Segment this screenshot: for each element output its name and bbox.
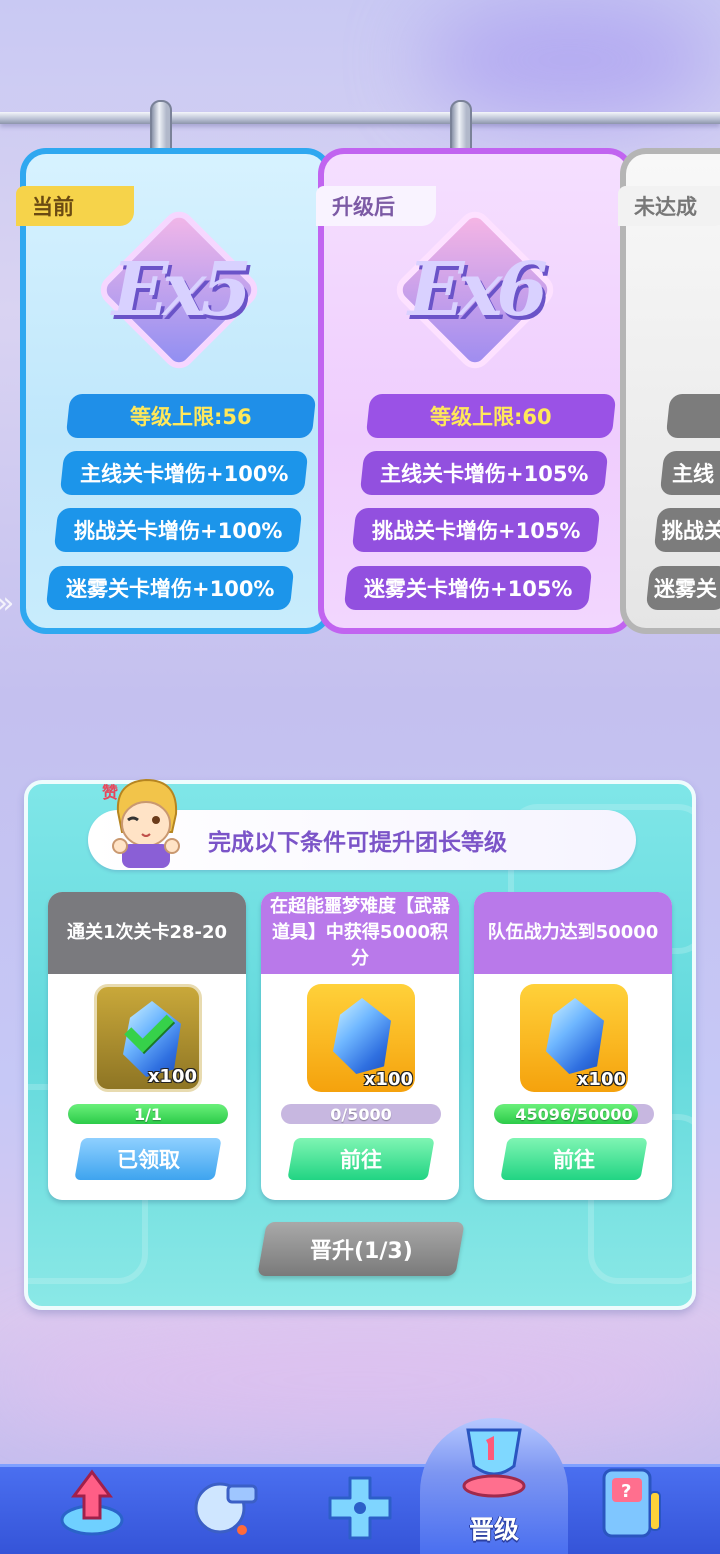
svg-text:?: ? xyxy=(621,1481,631,1502)
bonus-fog-locked: 迷雾关 xyxy=(645,566,720,610)
nav-active-label: 晋级 xyxy=(468,1515,519,1544)
whistle-icon[interactable] xyxy=(184,1466,264,1546)
background-glow xyxy=(0,1320,720,1440)
task-card-3: 队伍战力达到50000 x100 45096/50000 前往 xyxy=(474,892,672,1200)
level-limit-current: 等级上限:56 xyxy=(65,394,317,438)
bonus-fog-current: 迷雾关卡增伤+100% xyxy=(45,566,295,610)
hanging-rail xyxy=(0,112,720,124)
task-progress-bar: 1/1 xyxy=(68,1104,228,1124)
locked-tag: 未达成 xyxy=(618,186,720,226)
task-progress-bar: 0/5000 xyxy=(281,1104,441,1124)
bonus-main-locked: 主线 xyxy=(659,451,720,495)
promote-button[interactable]: 晋升(1/3) xyxy=(257,1222,465,1276)
progress-label: 0/5000 xyxy=(330,1104,392,1124)
task-title: 在超能噩梦难度【武器道具】中获得5000积分 xyxy=(261,892,459,974)
bonus-main-upgraded: 主线关卡增伤+105% xyxy=(359,451,609,495)
progress-label: 45096/50000 xyxy=(515,1104,633,1124)
arcade-machine-icon[interactable]: ? xyxy=(590,1462,670,1542)
progress-label: 1/1 xyxy=(133,1104,163,1124)
reward-crystal-item: x100 xyxy=(520,984,628,1092)
scroll-left-arrow-icon[interactable]: » xyxy=(0,586,22,630)
bonus-challenge-locked: 挑战关 xyxy=(653,508,720,552)
reward-crystal-item: x100 xyxy=(307,984,415,1092)
bonus-challenge-current: 挑战关卡增伤+100% xyxy=(53,508,303,552)
ex6-emblem-icon: Ex6 xyxy=(380,205,570,395)
task-title: 通关1次关卡28-20 xyxy=(48,892,246,974)
reward-quantity: x100 xyxy=(147,1066,197,1087)
bonus-main-current: 主线关卡增伤+100% xyxy=(59,451,309,495)
bonus-challenge-upgraded: 挑战关卡增伤+105% xyxy=(351,508,601,552)
reward-crystal-item: x100 xyxy=(94,984,202,1092)
bonus-fog-upgraded: 迷雾关卡增伤+105% xyxy=(343,566,593,610)
gamepad-icon[interactable] xyxy=(320,1468,400,1548)
mascot-avatar: 赞 xyxy=(101,778,180,868)
reward-quantity: x100 xyxy=(576,1069,626,1090)
task-title: 队伍战力达到50000 xyxy=(474,892,672,974)
reward-quantity: x100 xyxy=(363,1069,413,1090)
crystal-icon xyxy=(546,998,604,1074)
level-limit-upgraded: 等级上限:60 xyxy=(365,394,617,438)
task-progress-bar: 45096/50000 xyxy=(494,1104,654,1124)
task-card-1: 通关1次关卡28-20 x100 1/1 已领取 xyxy=(48,892,246,1200)
crystal-icon xyxy=(333,998,391,1074)
ex5-emblem-icon: Ex5 xyxy=(84,205,274,395)
claimed-button[interactable]: 已领取 xyxy=(74,1138,222,1180)
trophy-icon[interactable] xyxy=(446,1420,542,1510)
mascot-badge-text: 赞 xyxy=(101,783,118,802)
upgrade-arrow-icon[interactable] xyxy=(52,1462,132,1542)
level-limit-locked xyxy=(665,394,720,438)
go-button[interactable]: 前往 xyxy=(500,1138,648,1180)
go-button[interactable]: 前往 xyxy=(287,1138,435,1180)
task-card-2: 在超能噩梦难度【武器道具】中获得5000积分 x100 0/5000 前往 xyxy=(261,892,459,1200)
